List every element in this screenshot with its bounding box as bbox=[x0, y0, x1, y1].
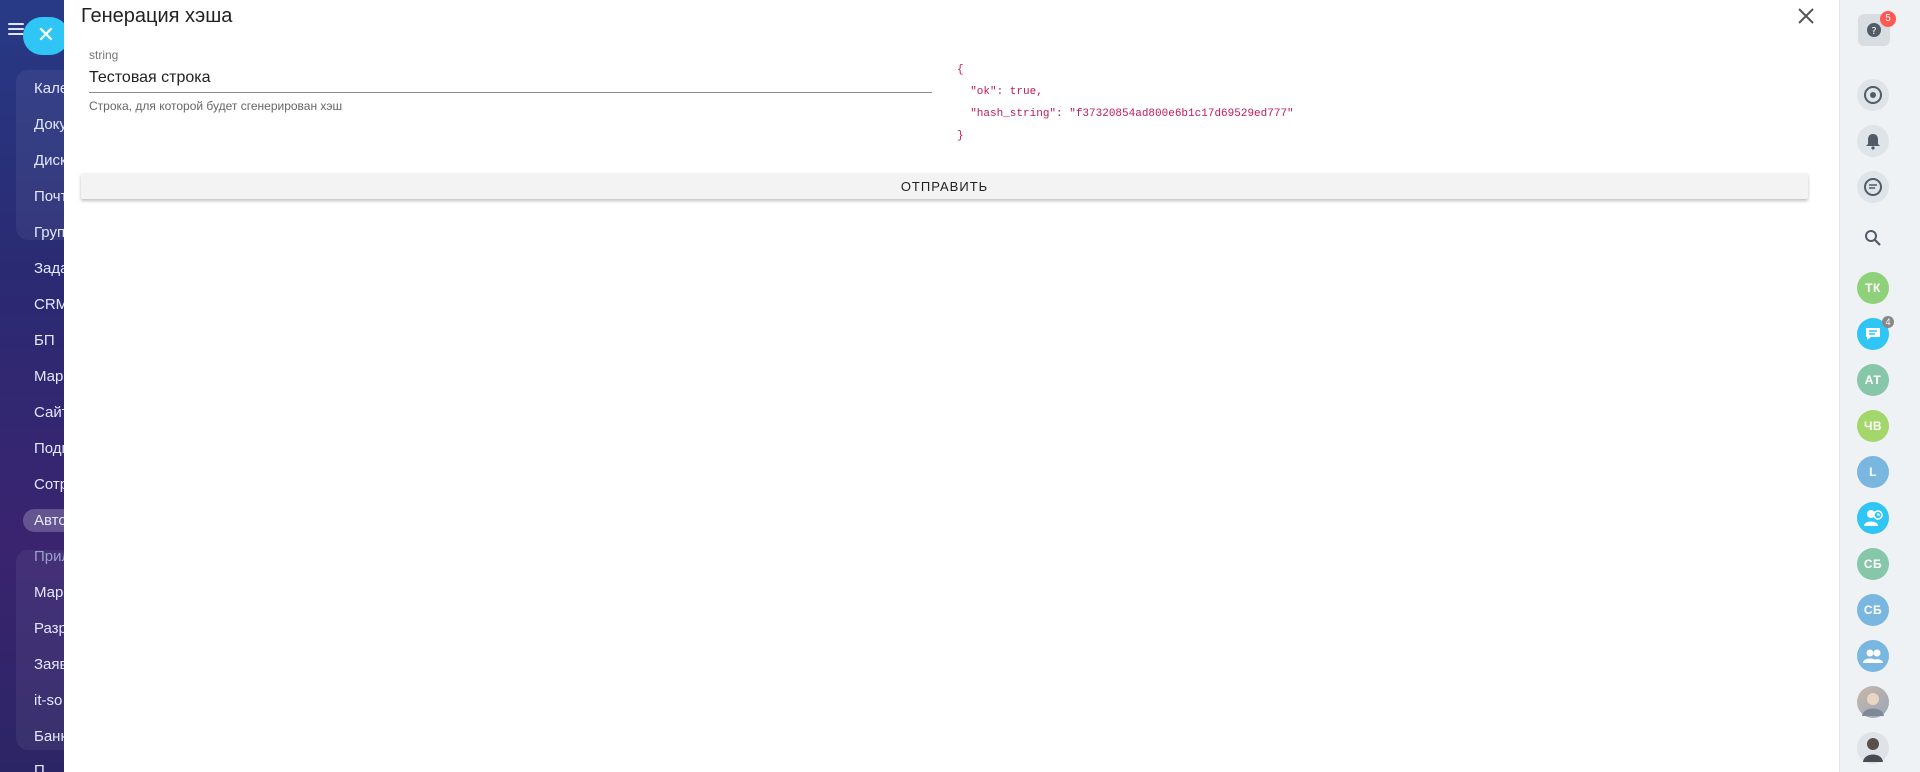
chat-icon bbox=[1864, 178, 1882, 196]
menu-item-disk[interactable]: Диск bbox=[34, 152, 67, 169]
svg-text:?: ? bbox=[1871, 26, 1876, 37]
json-ok-line: "ok": true, bbox=[957, 86, 1043, 98]
json-close-brace: } bbox=[957, 130, 964, 142]
json-open-brace: { bbox=[957, 64, 964, 76]
user-clock-icon bbox=[1864, 510, 1883, 526]
avatar-sb-2[interactable]: СБ bbox=[1857, 594, 1889, 626]
avatar-tk[interactable]: ТК bbox=[1857, 272, 1889, 304]
avatar-chv[interactable]: ЧВ bbox=[1857, 410, 1889, 442]
help-icon: ? bbox=[1867, 23, 1881, 37]
search-button[interactable] bbox=[1857, 222, 1889, 254]
avatar-photo-2[interactable] bbox=[1857, 732, 1889, 764]
menu-item-bank[interactable]: Банк bbox=[34, 728, 67, 745]
menu-item-docs[interactable]: Доку bbox=[34, 116, 67, 133]
menu-item-developers[interactable]: Разр bbox=[34, 620, 67, 637]
avatar-at[interactable]: АТ bbox=[1857, 364, 1889, 396]
close-icon[interactable] bbox=[1794, 4, 1818, 28]
livefeed-button[interactable] bbox=[1857, 79, 1889, 111]
chat-badge: 4 bbox=[1882, 316, 1894, 328]
menu-item-bp[interactable]: БП bbox=[34, 332, 55, 349]
menu-item-groups[interactable]: Груп bbox=[34, 224, 65, 241]
json-response: { "ok": true, "hash_string": "f37320854a… bbox=[957, 59, 1294, 147]
person-photo-icon bbox=[1862, 693, 1884, 716]
menu-item-marketing[interactable]: Мар bbox=[34, 368, 63, 385]
string-field-label: string bbox=[89, 48, 119, 62]
notifications-button[interactable] bbox=[1857, 125, 1889, 157]
messenger-button[interactable] bbox=[1857, 171, 1889, 203]
menu-burger-icon[interactable] bbox=[8, 23, 24, 35]
user-clock-button[interactable] bbox=[1857, 502, 1889, 534]
person-photo-icon bbox=[1863, 738, 1883, 762]
pulse-icon bbox=[1864, 86, 1882, 104]
avatar-sb-1[interactable]: СБ bbox=[1857, 548, 1889, 580]
menu-item-mail[interactable]: Почт bbox=[34, 188, 67, 205]
avatar-l[interactable]: L bbox=[1857, 456, 1889, 488]
bell-icon bbox=[1866, 134, 1880, 150]
string-field-hint: Строка, для которой будет сгенерирован х… bbox=[89, 99, 343, 113]
submit-button[interactable]: ОТПРАВИТЬ bbox=[81, 173, 1808, 199]
avatar-photo-1[interactable] bbox=[1857, 686, 1889, 718]
hash-generation-panel: Генерация хэша string Строка, для которо… bbox=[64, 0, 1839, 772]
json-hash-line: "hash_string": "f37320854ad800e6b1c17d69… bbox=[957, 108, 1294, 120]
menu-item-more[interactable]: П bbox=[34, 762, 45, 772]
users-icon bbox=[1863, 649, 1883, 663]
menu-item-requests[interactable]: Заяв bbox=[34, 656, 68, 673]
panel-title: Генерация хэша bbox=[81, 5, 233, 27]
right-sidebar: ? 5 ТК 4 АТ ЧВ L СБ СБ bbox=[1839, 0, 1920, 772]
close-slider-button[interactable]: ✕ bbox=[23, 17, 69, 55]
string-input[interactable] bbox=[89, 63, 932, 93]
menu-item-it-solutions[interactable]: it-so bbox=[34, 692, 62, 709]
group-chat-button[interactable] bbox=[1857, 640, 1889, 672]
help-badge: 5 bbox=[1880, 11, 1896, 27]
chat-bubble-icon bbox=[1866, 328, 1880, 340]
search-icon bbox=[1865, 230, 1881, 246]
menu-item-employees[interactable]: Сотр bbox=[34, 476, 68, 493]
